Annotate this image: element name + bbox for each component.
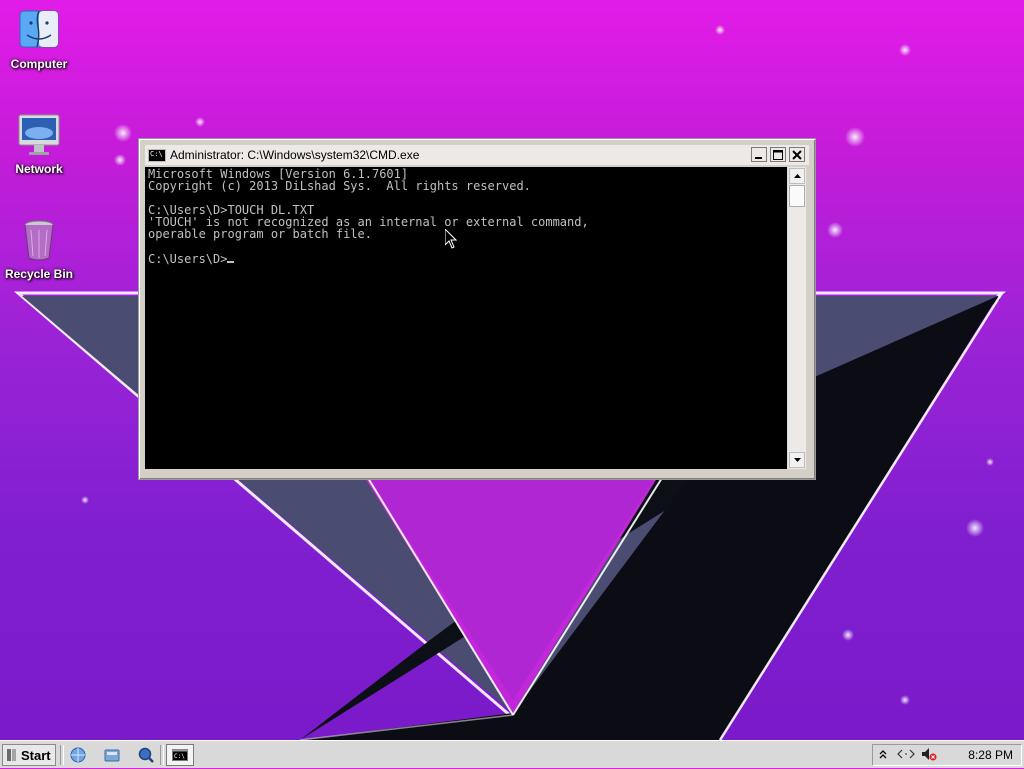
taskbar: Start C:\ 8:28 PM bbox=[0, 740, 1024, 768]
desktop-icon-label: Recycle Bin bbox=[4, 267, 74, 281]
cmd-window[interactable]: C:\ Administrator: C:\Windows\system32\C… bbox=[138, 138, 816, 480]
start-logo-icon bbox=[7, 749, 16, 761]
mouse-pointer-icon bbox=[445, 229, 457, 249]
minimize-button[interactable] bbox=[751, 147, 767, 162]
explorer-icon[interactable] bbox=[103, 746, 121, 764]
desktop-icon-computer[interactable]: Computer bbox=[1, 8, 77, 71]
browser-icon[interactable] bbox=[69, 746, 87, 764]
scroll-up-button[interactable] bbox=[789, 168, 805, 184]
show-hidden-icons-chevron[interactable] bbox=[879, 748, 887, 762]
close-icon bbox=[792, 149, 802, 160]
console-output[interactable]: Microsoft Windows [Version 6.1.7601] Cop… bbox=[145, 167, 787, 469]
start-button[interactable]: Start bbox=[2, 744, 56, 766]
imac-network-icon bbox=[17, 113, 61, 157]
start-label: Start bbox=[21, 747, 51, 763]
text-cursor bbox=[227, 252, 235, 263]
network-arrows-icon[interactable] bbox=[897, 748, 915, 762]
window-title: Administrator: C:\Windows\system32\CMD.e… bbox=[170, 148, 420, 162]
console-line: operable program or batch file. bbox=[148, 227, 372, 241]
cmd-app-icon: C:\ bbox=[148, 148, 166, 162]
scroll-thumb[interactable] bbox=[789, 185, 805, 207]
taskbar-separator bbox=[160, 745, 164, 765]
scroll-down-arrow-icon bbox=[793, 458, 801, 462]
clock[interactable]: 8:28 PM bbox=[968, 748, 1013, 762]
desktop-icon-label: Computer bbox=[10, 57, 68, 71]
svg-text:C:\: C:\ bbox=[174, 753, 185, 760]
window-titlebar[interactable]: C:\ Administrator: C:\Windows\system32\C… bbox=[145, 145, 809, 165]
volume-muted-icon[interactable] bbox=[921, 747, 937, 764]
scroll-up-arrow-icon bbox=[793, 174, 801, 178]
taskbar-item-cmd[interactable]: C:\ bbox=[166, 744, 194, 766]
desktop-icon-recycle-bin[interactable]: Recycle Bin bbox=[1, 218, 77, 281]
maximize-icon bbox=[773, 149, 783, 160]
vertical-scrollbar[interactable] bbox=[787, 167, 806, 469]
desktop-icon-label: Network bbox=[15, 162, 63, 176]
recycle-bin-icon bbox=[17, 218, 61, 262]
system-tray: 8:28 PM bbox=[872, 744, 1022, 766]
finder-computer-icon bbox=[17, 8, 61, 52]
close-button[interactable] bbox=[789, 147, 805, 162]
console-prompt: C:\Users\D> bbox=[148, 252, 228, 266]
desktop-icon-network[interactable]: Network bbox=[1, 113, 77, 176]
search-icon[interactable] bbox=[137, 746, 155, 764]
minimize-icon bbox=[755, 156, 762, 159]
scroll-down-button[interactable] bbox=[789, 452, 805, 468]
cmd-task-icon: C:\ bbox=[172, 749, 188, 761]
console-line: Copyright (c) 2013 DiLshad Sys. All righ… bbox=[148, 179, 531, 193]
taskbar-separator bbox=[60, 745, 64, 765]
maximize-button[interactable] bbox=[770, 147, 786, 162]
